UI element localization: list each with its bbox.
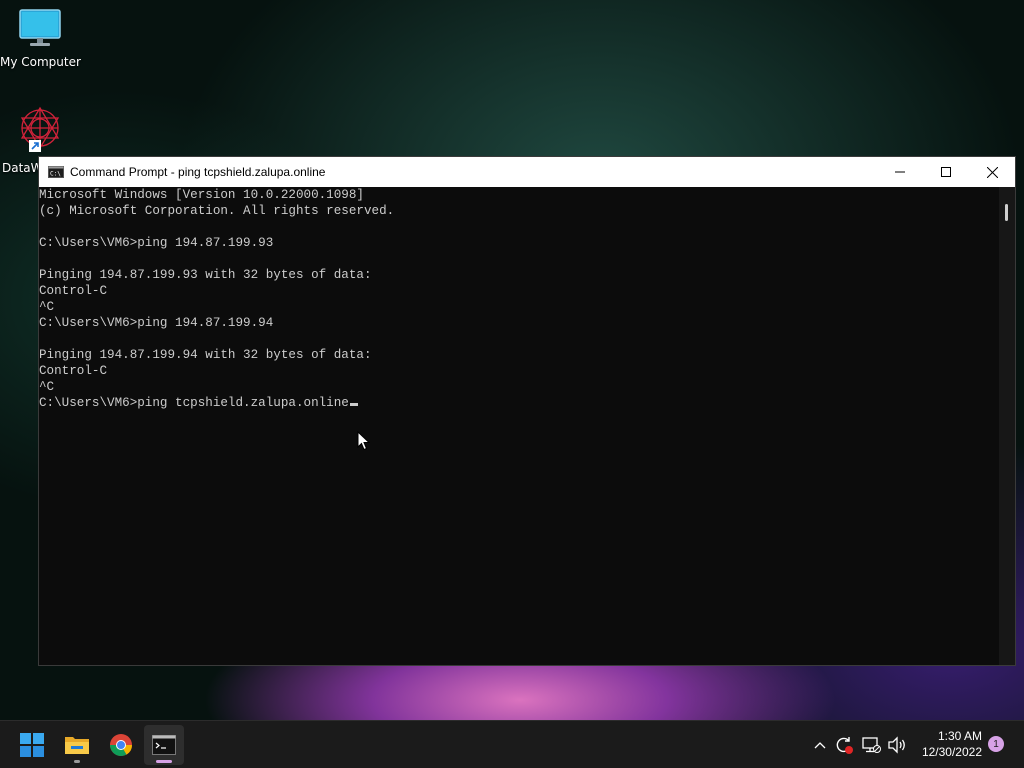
chevron-up-icon: [814, 742, 826, 749]
console-line: C:\Users\VM6>ping 194.87.199.94: [39, 316, 274, 330]
system-clock[interactable]: 1:30 AM 12/30/2022: [922, 728, 982, 760]
mouse-pointer-icon: [357, 431, 371, 451]
volume-tray[interactable]: [887, 735, 907, 755]
taskbar-terminal[interactable]: [144, 725, 184, 765]
taskbar-file-explorer[interactable]: [57, 725, 97, 765]
notification-badge[interactable]: 1: [988, 736, 1004, 752]
active-indicator: [156, 760, 172, 763]
console-line: Pinging 194.87.199.94 with 32 bytes of d…: [39, 348, 372, 362]
window-title: Command Prompt - ping tcpshield.zalupa.o…: [70, 165, 326, 179]
console-line: (c) Microsoft Corporation. All rights re…: [39, 204, 395, 218]
console-line: Control-C: [39, 284, 108, 298]
desktop-icon-label: DataW: [2, 161, 38, 175]
running-indicator: [74, 760, 80, 763]
terminal-icon: [152, 735, 176, 755]
update-icon: [836, 737, 853, 754]
console-line: Microsoft Windows [Version 10.0.22000.10…: [39, 188, 364, 202]
command-prompt-window[interactable]: C:\ Command Prompt - ping tcpshield.zalu…: [38, 156, 1016, 666]
file-explorer-icon: [65, 737, 89, 754]
monitor-icon: [19, 9, 61, 46]
title-bar[interactable]: C:\ Command Prompt - ping tcpshield.zalu…: [39, 157, 1015, 187]
vertical-scrollbar[interactable]: [999, 187, 1015, 665]
clock-date: 12/30/2022: [921, 745, 982, 759]
close-icon: [986, 166, 998, 178]
console-line: C:\Users\VM6>ping 194.87.199.93: [39, 236, 274, 250]
console-line: Pinging 194.87.199.93 with 32 bytes of d…: [39, 268, 372, 282]
desktop-icon-my-computer[interactable]: My Computer: [0, 8, 81, 69]
start-icon: [20, 733, 44, 757]
console-line: Control-C: [39, 364, 108, 378]
minimize-button[interactable]: [877, 157, 923, 187]
console-line: ^C: [39, 300, 55, 314]
text-cursor: [349, 403, 358, 406]
maximize-button[interactable]: [923, 157, 969, 187]
console-prompt-line[interactable]: C:\Users\VM6>ping tcpshield.zalupa.onlin…: [39, 396, 349, 410]
minimize-icon: [895, 171, 905, 173]
taskbar: 1:30 AM 12/30/2022: [0, 720, 1024, 768]
start-button[interactable]: [12, 725, 52, 765]
maximize-icon: [941, 167, 951, 177]
svg-text:C:\: C:\: [50, 171, 61, 178]
desktop-icon-label: My Computer: [0, 55, 81, 69]
chrome-icon: [110, 734, 132, 756]
network-icon: [862, 737, 881, 753]
network-tray[interactable]: [861, 735, 881, 755]
windows-update-tray[interactable]: [834, 735, 854, 755]
close-button[interactable]: [969, 157, 1015, 187]
show-hidden-icons-button[interactable]: [810, 735, 830, 755]
console-output[interactable]: Microsoft Windows [Version 10.0.22000.10…: [39, 187, 999, 665]
scrollbar-thumb[interactable]: [1005, 204, 1008, 221]
taskbar-chrome[interactable]: [101, 725, 141, 765]
cmd-icon: C:\: [48, 166, 64, 178]
clock-time: 1:30 AM: [937, 729, 982, 743]
volume-icon: [888, 736, 905, 754]
datawatch-icon: [20, 106, 60, 152]
console-line: ^C: [39, 380, 55, 394]
